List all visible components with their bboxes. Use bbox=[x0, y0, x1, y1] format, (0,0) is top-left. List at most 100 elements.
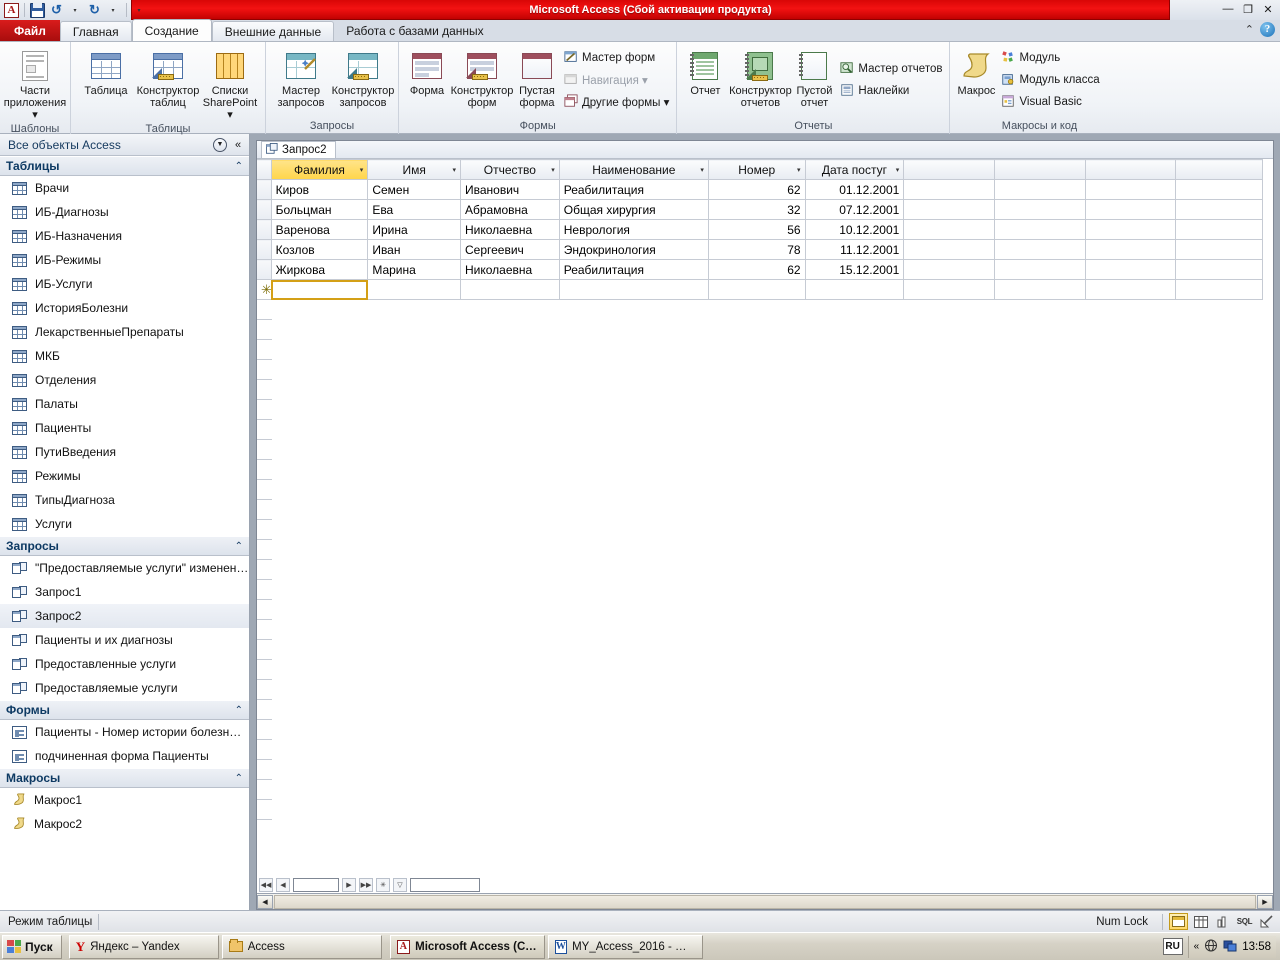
datasheet-view-icon[interactable] bbox=[1169, 913, 1188, 930]
visual-basic-button[interactable]: Visual Basic bbox=[998, 91, 1102, 113]
column-header[interactable]: Номер ▾ bbox=[708, 159, 806, 180]
nav-item[interactable]: ИБ-Режимы bbox=[0, 248, 249, 272]
column-header[interactable]: Наименование ▾ bbox=[559, 159, 709, 180]
table-design-button[interactable]: Конструктор таблиц bbox=[137, 47, 199, 111]
redo-icon[interactable]: ↻ bbox=[86, 2, 103, 19]
column-header[interactable]: Имя ▾ bbox=[367, 159, 461, 180]
nav-item[interactable]: Врачи bbox=[0, 176, 249, 200]
table-button[interactable]: Таблица bbox=[75, 47, 137, 99]
sql-view-icon[interactable]: SQL bbox=[1235, 913, 1254, 930]
customize-qat-icon[interactable]: ▾ bbox=[131, 2, 148, 19]
nav-item[interactable]: Пациенты и их диагнозы bbox=[0, 628, 249, 652]
module-button[interactable]: Модуль bbox=[998, 47, 1102, 69]
query-wizard-button[interactable]: Мастер запросов bbox=[270, 47, 332, 111]
nav-item[interactable]: ИБ-Диагнозы bbox=[0, 200, 249, 224]
nav-item[interactable]: Предоставленные услуги bbox=[0, 652, 249, 676]
document-tab-query2[interactable]: Запрос2 bbox=[261, 141, 336, 158]
new-record-row[interactable]: ✳ bbox=[257, 279, 1263, 300]
table-cell[interactable]: Николаевна bbox=[460, 259, 560, 280]
table-row[interactable]: Козлов Иван Сергеевич Эндокринология 78 11.12… bbox=[257, 239, 1263, 260]
nav-item[interactable]: Пациенты - Номер истории болезн… bbox=[0, 720, 249, 744]
table-cell[interactable]: 07.12.2001 bbox=[805, 199, 905, 220]
row-selector[interactable] bbox=[257, 259, 272, 280]
new-record-cell[interactable] bbox=[367, 279, 461, 300]
scroll-right-button[interactable]: ▶ bbox=[1257, 894, 1273, 909]
nav-item[interactable]: подчиненная форма Пациенты bbox=[0, 744, 249, 768]
prev-record-button[interactable]: ◀ bbox=[276, 878, 290, 892]
chevron-down-icon[interactable]: ▾ bbox=[452, 166, 456, 174]
record-navigator[interactable]: ◀◀ ◀ ▶ ▶▶ ✳ ▽ bbox=[259, 877, 480, 893]
clock[interactable]: 13:58 bbox=[1242, 941, 1271, 953]
taskbar-button-access-folder[interactable]: Access bbox=[221, 934, 382, 959]
search-field[interactable] bbox=[410, 878, 480, 892]
first-record-button[interactable]: ◀◀ bbox=[259, 878, 273, 892]
row-selector[interactable] bbox=[257, 219, 272, 240]
chevron-down-circle-icon[interactable]: ▼ bbox=[211, 136, 229, 154]
table-cell[interactable]: 78 bbox=[708, 239, 806, 260]
new-record-cell[interactable] bbox=[559, 279, 709, 300]
nav-group-header-макросы[interactable]: Макросы ⌃ bbox=[0, 768, 249, 788]
class-module-button[interactable]: Модуль класса bbox=[998, 69, 1102, 91]
nav-item[interactable]: "Предоставляемые услуги" изменен… bbox=[0, 556, 249, 580]
table-cell[interactable]: 32 bbox=[708, 199, 806, 220]
report-design-button[interactable]: Конструктор отчетов bbox=[729, 47, 792, 111]
nav-item[interactable]: Пациенты bbox=[0, 416, 249, 440]
record-number-field[interactable] bbox=[293, 878, 339, 892]
table-cell[interactable]: Жиркова bbox=[271, 259, 369, 280]
row-selector[interactable] bbox=[257, 179, 272, 200]
pivot-chart-view-icon[interactable] bbox=[1213, 913, 1232, 930]
language-indicator[interactable]: RU bbox=[1162, 938, 1183, 955]
datasheet-grid[interactable]: Фамилия ▾ Имя ▾ Отчество ▾ Наименование ▾ Номер ▾… bbox=[257, 159, 1273, 875]
scroll-thumb[interactable] bbox=[274, 894, 1256, 909]
navigation-button[interactable]: Навигация ▾ bbox=[561, 69, 672, 91]
labels-button[interactable]: Наклейки bbox=[837, 80, 945, 102]
taskbar-button-yandex[interactable]: Y Яндекс – Yandex bbox=[68, 934, 219, 959]
tab-file[interactable]: Файл bbox=[0, 20, 60, 41]
nav-group-header-запросы[interactable]: Запросы ⌃ bbox=[0, 536, 249, 556]
table-cell[interactable]: 15.12.2001 bbox=[805, 259, 905, 280]
chevron-up-icon[interactable]: ⌃ bbox=[1245, 23, 1254, 36]
nav-item[interactable]: ТипыДиагноза bbox=[0, 488, 249, 512]
nav-item[interactable]: МКБ bbox=[0, 344, 249, 368]
form-wizard-button[interactable]: Мастер форм bbox=[561, 47, 672, 69]
table-cell[interactable]: Реабилитация bbox=[559, 259, 709, 280]
nav-item[interactable]: ИБ-Назначения bbox=[0, 224, 249, 248]
table-cell[interactable]: Ирина bbox=[367, 219, 461, 240]
pivot-table-view-icon[interactable] bbox=[1191, 913, 1210, 930]
nav-item[interactable]: ПутиВведения bbox=[0, 440, 249, 464]
network-icon[interactable] bbox=[1204, 939, 1218, 955]
redo-dropdown-icon[interactable]: ▾ bbox=[105, 2, 122, 19]
taskbar-button-word[interactable]: W MY_Access_2016 - Micro… bbox=[547, 934, 703, 959]
chevron-down-icon[interactable]: ▾ bbox=[551, 166, 555, 174]
table-row[interactable]: Варенова Ирина Николаевна Неврология 56 10.12… bbox=[257, 219, 1263, 240]
nav-item[interactable]: ИсторияБолезни bbox=[0, 296, 249, 320]
minimize-button[interactable]: — bbox=[1220, 2, 1236, 16]
application-parts-button[interactable]: Части приложения ▾ bbox=[4, 47, 66, 123]
table-row[interactable]: Больцман Ева Абрамовна Общая хирургия 32 07.1… bbox=[257, 199, 1263, 220]
last-record-button[interactable]: ▶▶ bbox=[359, 878, 373, 892]
nav-group-header-таблицы[interactable]: Таблицы ⌃ bbox=[0, 156, 249, 176]
new-record-selector[interactable]: ✳ bbox=[257, 279, 272, 300]
chevron-up-icon[interactable]: ⌃ bbox=[235, 541, 243, 552]
table-cell[interactable]: Марина bbox=[367, 259, 461, 280]
nav-item[interactable]: ИБ-Услуги bbox=[0, 272, 249, 296]
nav-item[interactable]: Услуги bbox=[0, 512, 249, 536]
table-cell[interactable]: Козлов bbox=[271, 239, 369, 260]
nav-item[interactable]: Режимы bbox=[0, 464, 249, 488]
table-cell[interactable]: 11.12.2001 bbox=[805, 239, 905, 260]
help-icon[interactable]: ? bbox=[1260, 22, 1275, 37]
chevron-down-icon[interactable]: ▾ bbox=[797, 166, 801, 174]
table-cell[interactable]: Общая хирургия bbox=[559, 199, 709, 220]
nav-item[interactable]: Макрос1 bbox=[0, 788, 249, 812]
double-chevron-left-icon[interactable]: « bbox=[1194, 941, 1200, 952]
chevron-down-icon[interactable]: ▾ bbox=[700, 166, 704, 174]
row-selector[interactable] bbox=[257, 199, 272, 220]
save-icon[interactable] bbox=[29, 2, 46, 19]
nav-item[interactable]: Отделения bbox=[0, 368, 249, 392]
filter-icon[interactable]: ▽ bbox=[393, 878, 407, 892]
chevron-up-icon[interactable]: ⌃ bbox=[235, 705, 243, 716]
chevron-down-icon[interactable]: ▾ bbox=[360, 166, 364, 174]
tab-create[interactable]: Создание bbox=[131, 19, 212, 41]
form-button[interactable]: Форма bbox=[403, 47, 451, 99]
table-row[interactable]: Жиркова Марина Николаевна Реабилитация 62 15.… bbox=[257, 259, 1263, 280]
